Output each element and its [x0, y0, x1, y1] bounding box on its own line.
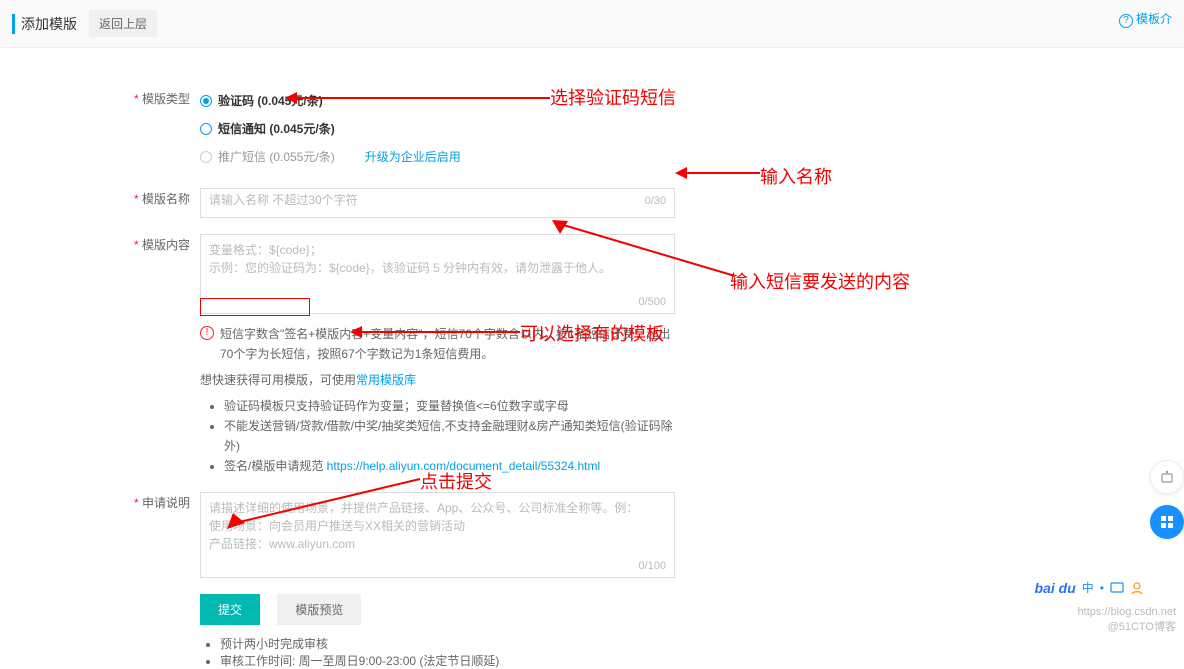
submit-button[interactable]: 提交 — [200, 594, 260, 625]
page-header: 添加模版 返回上层 ?模板介 — [0, 0, 1184, 48]
anno-submit: 点击提交 — [420, 468, 492, 494]
help-link[interactable]: ?模板介 — [1119, 10, 1172, 28]
footer-icons: bai du 中 • — [1035, 579, 1144, 596]
float-btn-1[interactable] — [1150, 460, 1184, 494]
radio-icon — [200, 95, 212, 107]
preview-button[interactable]: 模版预览 — [277, 594, 361, 625]
page-title: 添加模版 — [12, 14, 77, 34]
watermark: https://blog.csdn.net @51CTO博客 — [1078, 606, 1176, 634]
radio-option-notify[interactable]: 短信通知 (0.045元/条) — [200, 116, 920, 142]
desc-textarea[interactable]: 请描述详细的使用场景，并提供产品链接、App、公众号、公司标准全称等。例： 使用… — [200, 492, 675, 578]
back-button[interactable]: 返回上层 — [89, 10, 157, 37]
name-label: 模版名称 — [120, 188, 190, 210]
warn-icon: ! — [200, 326, 214, 340]
radio-icon — [200, 123, 212, 135]
name-counter: 0/30 — [645, 195, 666, 207]
desc-counter: 0/100 — [638, 560, 666, 572]
content-counter: 0/500 — [638, 296, 666, 308]
anno-input-content: 输入短信要发送的内容 — [730, 268, 910, 294]
anno-template-lib: 可以选择有的模板 — [520, 320, 664, 346]
help-icon: ? — [1119, 14, 1133, 28]
content-textarea[interactable]: 变量格式：${code}； 示例：您的验证码为：${code}，该验证码 5 分… — [200, 234, 675, 314]
upgrade-link[interactable]: 升级为企业后启用 — [365, 144, 461, 170]
type-label: 模版类型 — [120, 88, 190, 110]
name-input-wrap: 0/30 — [200, 188, 675, 218]
radio-icon — [200, 151, 212, 163]
float-btn-2[interactable] — [1150, 505, 1184, 539]
anno-input-name: 输入名称 — [760, 163, 832, 189]
form: 模版类型 验证码 (0.045元/条) 短信通知 (0.045元/条) 推广短信… — [120, 88, 920, 669]
content-rules: 验证码模板只支持验证码作为变量；变量替换值<=6位数字或字母 不能发送营销/贷款… — [200, 396, 675, 476]
name-input[interactable] — [209, 193, 575, 207]
quick-template-row: 想快速获得可用模版，可使用常用模版库 — [200, 370, 675, 390]
content-label: 模版内容 — [120, 234, 190, 256]
desc-label: 申请说明 — [120, 492, 190, 514]
anno-select-verify: 选择验证码短信 — [550, 84, 676, 110]
audit-notes: 预计两小时完成审核 审核工作时间: 周一至周日9:00-23:00 (法定节日顺… — [120, 635, 920, 669]
template-lib-link[interactable]: 常用模版库 — [356, 373, 416, 387]
